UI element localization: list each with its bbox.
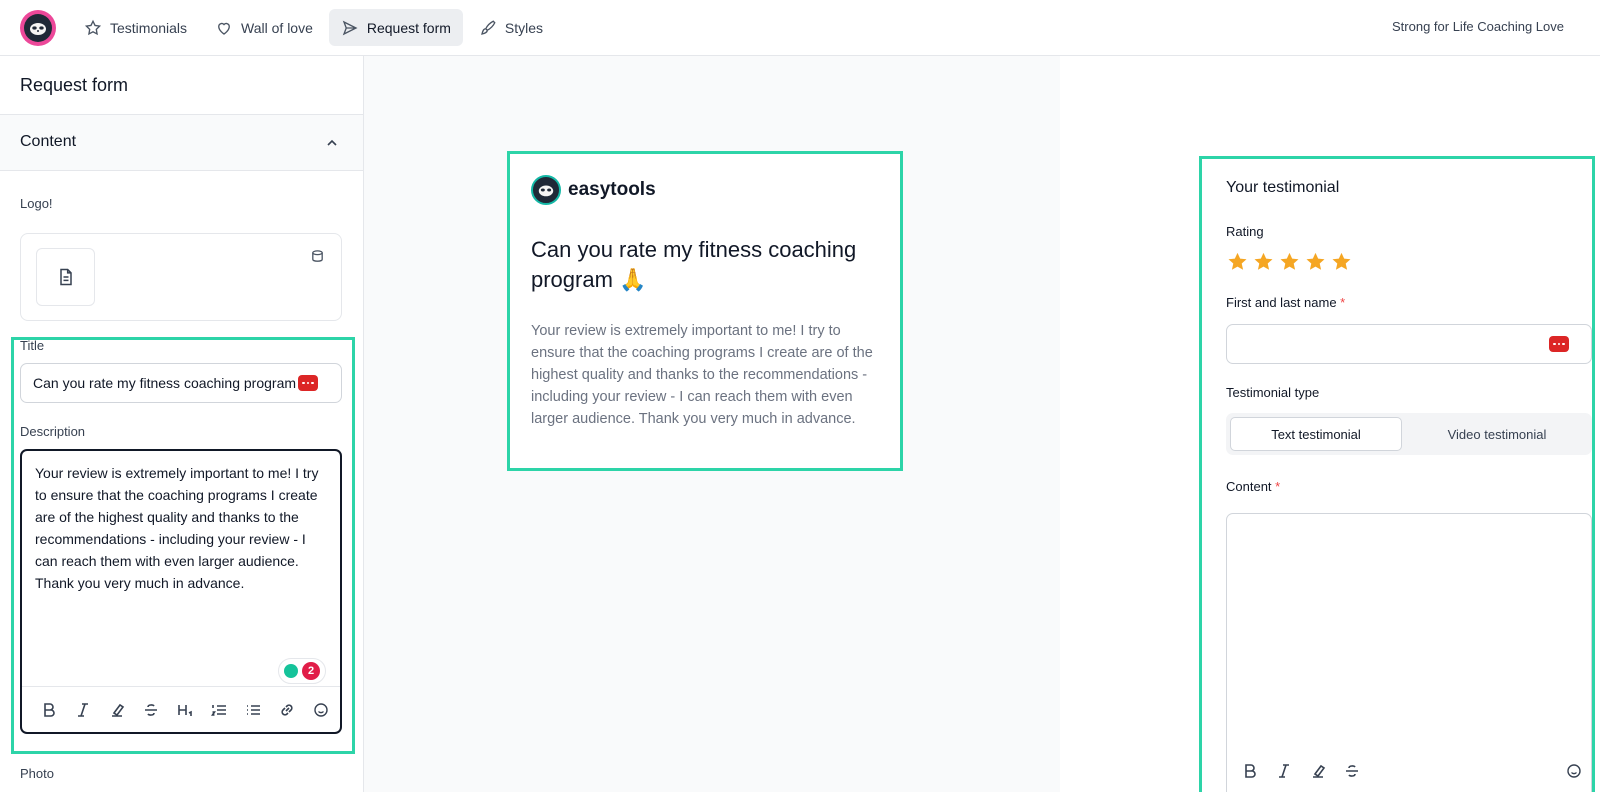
- description-focus-highlight: [11, 337, 355, 754]
- star-icon[interactable]: [1252, 251, 1275, 273]
- chevron-up-icon[interactable]: [325, 136, 339, 150]
- strikethrough-icon: [1346, 765, 1358, 777]
- workspace-name[interactable]: Strong for Life Coaching Love: [1392, 19, 1564, 34]
- brand-name: easytools: [568, 179, 656, 200]
- password-manager-icon[interactable]: [1549, 336, 1569, 352]
- text-testimonial-option[interactable]: Text testimonial: [1230, 417, 1402, 451]
- nav-wall-of-love-label: Wall of love: [241, 19, 313, 36]
- star-icon[interactable]: [1330, 251, 1353, 273]
- star-icon: [84, 19, 102, 35]
- video-testimonial-option[interactable]: Video testimonial: [1406, 417, 1588, 451]
- content-section-header[interactable]: Content: [0, 114, 363, 171]
- testimonial-type-toggle: Text testimonial Video testimonial: [1226, 413, 1592, 455]
- top-navbar: Testimonials Wall of love Request form S…: [0, 0, 1600, 56]
- emoji-button[interactable]: [1557, 754, 1591, 788]
- highlight-icon: [1313, 764, 1326, 778]
- name-label-text: First and last name: [1226, 295, 1337, 310]
- star-icon[interactable]: [1278, 251, 1301, 273]
- required-mark: *: [1275, 479, 1281, 494]
- brush-icon: [480, 19, 496, 35]
- form-heading: Your testimonial: [1226, 179, 1340, 196]
- trash-icon[interactable]: [310, 249, 325, 264]
- logo-file-preview[interactable]: [36, 248, 95, 306]
- strikethrough-button[interactable]: [1335, 754, 1369, 788]
- highlight-button[interactable]: [1301, 754, 1335, 788]
- required-mark: *: [1340, 295, 1346, 310]
- testimonial-type-label: Testimonial type: [1226, 385, 1320, 400]
- sloth-icon: [30, 23, 46, 35]
- star-icon[interactable]: [1304, 251, 1327, 273]
- content-toolbar: [1227, 748, 1591, 792]
- nav-testimonials-label: Testimonials: [110, 19, 188, 36]
- content-label: Content *: [1226, 479, 1280, 494]
- name-input[interactable]: [1226, 324, 1592, 364]
- testimonial-form-preview: Your testimonial Rating First and last n…: [1199, 156, 1595, 792]
- sidebar-title: Request form: [20, 75, 129, 95]
- card-title: Can you rate my fitness coaching program…: [531, 235, 891, 295]
- emoji-icon: [1567, 764, 1581, 778]
- main-nav: Testimonials Wall of love Request form S…: [72, 9, 555, 46]
- nav-styles[interactable]: Styles: [467, 9, 555, 46]
- card-description: Your review is extremely important to me…: [531, 323, 873, 427]
- bold-button[interactable]: [1233, 754, 1267, 788]
- rating-stars[interactable]: [1226, 251, 1353, 273]
- photo-label: Photo: [20, 766, 54, 781]
- bold-icon: [1245, 764, 1256, 778]
- easytools-logo: [531, 175, 561, 205]
- name-label: First and last name *: [1226, 295, 1345, 310]
- card-brand: easytools: [531, 175, 656, 205]
- nav-testimonials[interactable]: Testimonials: [72, 9, 199, 46]
- logo-label: Logo!: [20, 196, 53, 211]
- nav-request-form-label: Request form: [366, 19, 451, 36]
- rating-label: Rating: [1226, 224, 1264, 239]
- send-icon: [342, 20, 358, 35]
- file-icon: [59, 268, 72, 286]
- italic-button[interactable]: [1267, 754, 1301, 788]
- heart-icon: [218, 22, 230, 35]
- logo-upload[interactable]: [20, 233, 342, 321]
- pray-emoji: 🙏: [619, 267, 647, 292]
- sloth-icon: [538, 185, 554, 197]
- content-section-label: Content: [20, 133, 77, 150]
- request-card-preview: easytools Can you rate my fitness coachi…: [507, 151, 903, 471]
- content-label-text: Content: [1226, 479, 1272, 494]
- nav-styles-label: Styles: [504, 19, 544, 36]
- card-title-text: Can you rate my fitness coaching program: [531, 237, 857, 292]
- nav-wall-of-love[interactable]: Wall of love: [203, 9, 325, 46]
- app-logo[interactable]: [20, 10, 56, 46]
- content-textarea[interactable]: [1226, 513, 1592, 792]
- star-icon[interactable]: [1226, 251, 1249, 273]
- nav-request-form[interactable]: Request form: [328, 9, 463, 46]
- italic-icon: [1279, 764, 1289, 778]
